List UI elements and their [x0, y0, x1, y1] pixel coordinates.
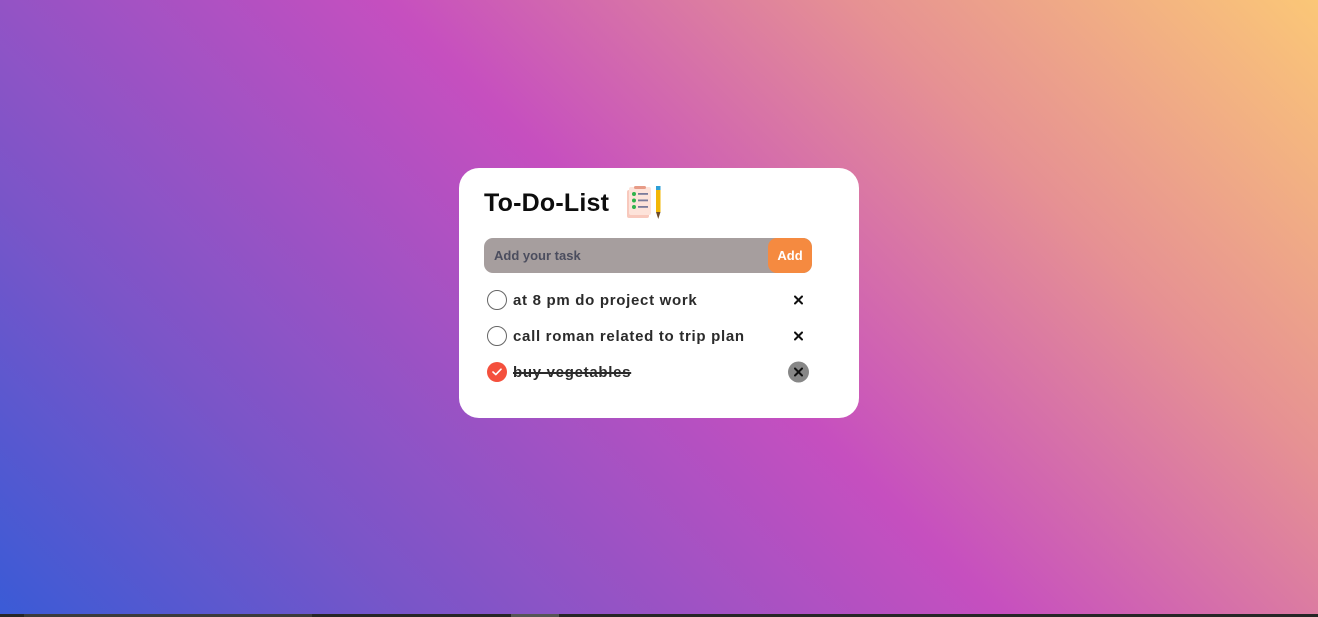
task-item[interactable]: call roman related to trip plan	[486, 318, 809, 354]
task-list: at 8 pm do project work call roman relat…	[486, 282, 809, 390]
task-text: call roman related to trip plan	[513, 327, 745, 345]
task-input-row: Add	[484, 238, 812, 273]
header: To-Do-List	[484, 186, 663, 220]
unchecked-circle-icon[interactable]	[487, 290, 507, 310]
task-input[interactable]	[484, 238, 768, 273]
task-text: at 8 pm do project work	[513, 291, 698, 309]
task-item[interactable]: buy vegetables	[486, 354, 809, 390]
todo-card: To-Do-List Add at 8 pm do p	[459, 168, 859, 418]
unchecked-circle-icon[interactable]	[487, 326, 507, 346]
close-icon[interactable]	[788, 361, 809, 383]
checked-circle-icon[interactable]	[487, 362, 507, 382]
task-text: buy vegetables	[513, 363, 632, 381]
close-icon[interactable]	[788, 326, 809, 347]
app-title: To-Do-List	[484, 188, 610, 217]
add-button[interactable]: Add	[768, 238, 812, 273]
task-item[interactable]: at 8 pm do project work	[486, 282, 809, 318]
close-icon[interactable]	[788, 290, 809, 311]
checklist-pencil-icon	[625, 186, 663, 220]
